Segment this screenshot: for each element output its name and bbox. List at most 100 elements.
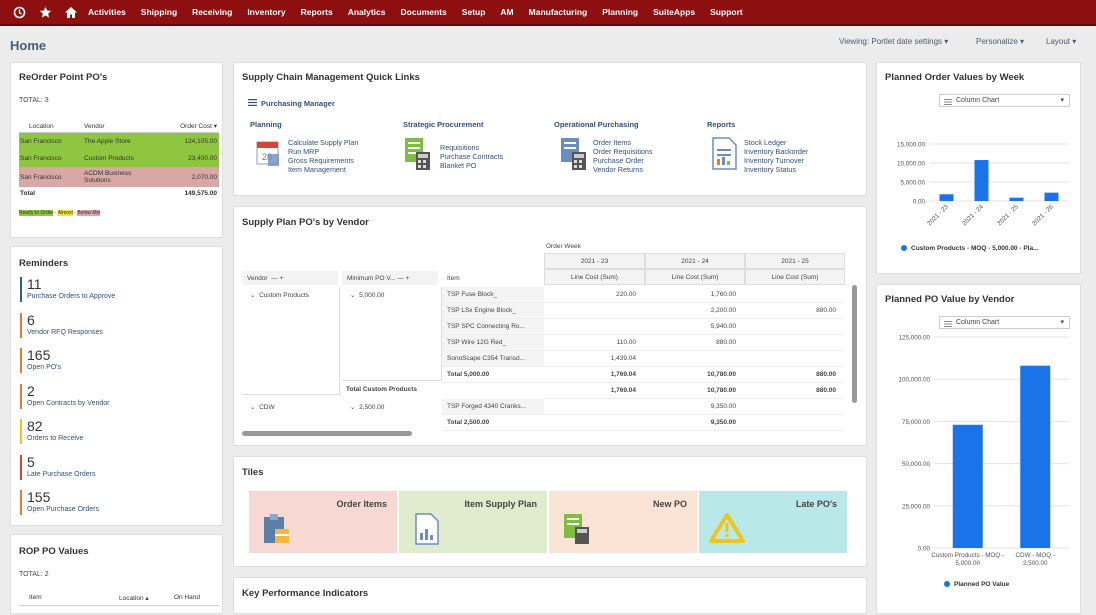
y-tick-label: 25,000.00	[902, 503, 931, 510]
measure-header: Line Cost (Sum)	[544, 269, 645, 285]
nav-support[interactable]: Support	[710, 7, 743, 17]
link-run-mrp[interactable]: Run MRP	[288, 147, 358, 156]
bar	[1020, 365, 1051, 548]
vertical-scrollbar[interactable]	[852, 285, 857, 403]
favorites-star-icon[interactable]	[38, 5, 52, 19]
value-cell: 1,769.04	[544, 383, 644, 399]
nav-planning[interactable]: Planning	[602, 7, 638, 17]
nav-activities[interactable]: Activities	[88, 7, 126, 17]
nav-am[interactable]: AM	[500, 7, 513, 17]
warning-triangle-icon	[709, 513, 745, 545]
value-cell: 110.00	[544, 335, 644, 351]
vendor-cell[interactable]: ⌄ CDW	[250, 401, 275, 413]
measure-header: Line Cost (Sum)	[645, 269, 745, 285]
nav-documents[interactable]: Documents	[401, 7, 447, 17]
link-item-management[interactable]: Item Management	[288, 165, 358, 174]
link-vendor-returns[interactable]: Vendor Returns	[593, 165, 653, 174]
link-purchase-contracts[interactable]: Purchase Contracts	[440, 152, 503, 161]
reminder-item[interactable]: 6 Vendor RFQ Responses	[20, 313, 210, 338]
reminders-portlet: Reminders 11 Purchase Orders to Approve 6…	[10, 246, 223, 526]
x-tick-label: 2021 - 23	[926, 203, 950, 227]
week-header[interactable]: 2021 - 25	[745, 253, 845, 269]
week-header[interactable]: 2021 - 23	[544, 253, 645, 269]
portlet-title: Planned Order Values by Week	[885, 72, 1025, 83]
link-inventory-status[interactable]: Inventory Status	[744, 165, 808, 174]
column-header-item[interactable]: Item	[19, 594, 119, 605]
link-order-requisitions[interactable]: Order Requisitions	[593, 147, 653, 156]
link-stock-ledger[interactable]: Stock Ledger	[744, 138, 808, 147]
quick-links-portlet: Supply Chain Management Quick Links Purc…	[233, 62, 867, 196]
nav-analytics[interactable]: Analytics	[348, 7, 386, 17]
clipboard-box-icon	[263, 513, 291, 547]
horizontal-scrollbar[interactable]	[242, 431, 412, 436]
link-blanket-po[interactable]: Blanket PO	[440, 161, 503, 170]
tile-late-pos[interactable]: Late PO's	[699, 491, 847, 553]
link-purchase-order[interactable]: Purchase Order	[593, 156, 653, 165]
tile-order-items[interactable]: Order Items	[249, 491, 397, 553]
vendor-cell[interactable]: ⌄ Custom Products	[250, 289, 309, 301]
table-row[interactable]: San Francisco Custom Products 23,400.00	[19, 150, 219, 167]
viewing-dropdown[interactable]: Viewing: Portlet date settings ▾	[839, 37, 948, 46]
planned-week-chart: 0.00 5,000.00 10,000.00 15,000.00 2021 - 23 2…	[897, 142, 1069, 252]
nav-shipping[interactable]: Shipping	[141, 7, 177, 17]
table-row[interactable]: San Francisco The Apple Store 124,105.00	[19, 133, 219, 150]
link-requisitions[interactable]: Requisitions	[440, 143, 503, 152]
nav-reports[interactable]: Reports	[301, 7, 333, 17]
column-header-location[interactable]: Location ▴	[119, 594, 174, 605]
item-cell[interactable]: TSP LSx Engine Block_	[442, 303, 544, 319]
minpo-cell[interactable]: ⌄ 2,500.00	[350, 401, 384, 413]
nav-setup[interactable]: Setup	[462, 7, 486, 17]
item-cell[interactable]: TSP Wire 12G Red_	[442, 335, 544, 351]
nav-manufacturing[interactable]: Manufacturing	[529, 7, 588, 17]
reminder-item[interactable]: 2 Open Contracts by Vendor	[20, 384, 210, 409]
link-inventory-turnover[interactable]: Inventory Turnover	[744, 156, 808, 165]
value-cell: 10,780.00	[644, 367, 744, 383]
role-menu[interactable]: Purchasing Manager	[248, 99, 335, 108]
minpo-cell[interactable]: ⌄ 5,000.00	[350, 289, 384, 301]
chart-type-select[interactable]: Column Chart ▾	[939, 94, 1070, 107]
x-tick-label: 2021 - 24	[961, 203, 985, 227]
reminder-item[interactable]: 155 Open Purchase Orders	[20, 490, 210, 515]
vendor-column-header[interactable]: Vendor — +	[242, 271, 338, 285]
home-icon[interactable]	[64, 5, 78, 19]
value-cell: 880.00	[744, 367, 844, 383]
reminder-item[interactable]: 11 Purchase Orders to Approve	[20, 277, 210, 302]
bar	[974, 160, 989, 201]
value-cell: 880.00	[744, 303, 844, 319]
item-cell[interactable]: SonoScape C354 Transd...	[442, 351, 544, 367]
column-header-on-hand[interactable]: On Hand	[174, 594, 219, 605]
reminder-item[interactable]: 5 Late Purchase Orders	[20, 455, 210, 480]
item-cell[interactable]: TSP SPC Connecting Ro...	[442, 319, 544, 335]
item-cell[interactable]: TSP Forged 4340 Cranks...	[442, 399, 544, 415]
link-calculate-supply-plan[interactable]: Calculate Supply Plan	[288, 138, 358, 147]
table-row[interactable]: San Francisco ACDM Business Solutions 2,…	[19, 167, 219, 187]
link-order-items[interactable]: Order Items	[593, 138, 653, 147]
recent-records-icon[interactable]	[12, 5, 26, 19]
nav-suiteapps[interactable]: SuiteApps	[653, 7, 695, 17]
bar	[1044, 192, 1059, 201]
column-header-location[interactable]: Location	[19, 123, 69, 130]
reminder-item[interactable]: 165 Open PO's	[20, 348, 210, 373]
layout-dropdown[interactable]: Layout ▾	[1046, 37, 1076, 46]
column-header-order-cost[interactable]: Order Cost ▾	[149, 122, 219, 130]
vendor-total-label: Total Custom Products	[346, 385, 418, 393]
link-inventory-backorder[interactable]: Inventory Backorder	[744, 147, 808, 156]
y-tick-label: 5,000.00	[900, 180, 925, 187]
legend-marker	[901, 245, 907, 251]
min-po-column-header[interactable]: Minimum PO V... — +	[342, 271, 438, 285]
page-title: Home	[10, 38, 47, 53]
hamburger-icon	[248, 99, 257, 108]
week-header[interactable]: 2021 - 24	[645, 253, 745, 269]
nav-inventory[interactable]: Inventory	[247, 7, 285, 17]
link-gross-requirements[interactable]: Gross Requirements	[288, 156, 358, 165]
chart-type-select[interactable]: Column Chart ▾	[939, 316, 1070, 329]
personalize-dropdown[interactable]: Personalize ▾	[976, 37, 1024, 46]
tile-item-supply-plan[interactable]: Item Supply Plan	[399, 491, 547, 553]
column-header-vendor[interactable]: Vendor	[69, 123, 149, 130]
reorder-total: TOTAL: 3	[19, 97, 49, 104]
item-cell[interactable]: TSP Fuse Block_	[442, 287, 544, 303]
nav-receiving[interactable]: Receiving	[192, 7, 232, 17]
tile-new-po[interactable]: New PO	[549, 491, 697, 553]
reminder-item[interactable]: 82 Orders to Receive	[20, 419, 210, 444]
item-column-header[interactable]: Item	[442, 271, 542, 285]
